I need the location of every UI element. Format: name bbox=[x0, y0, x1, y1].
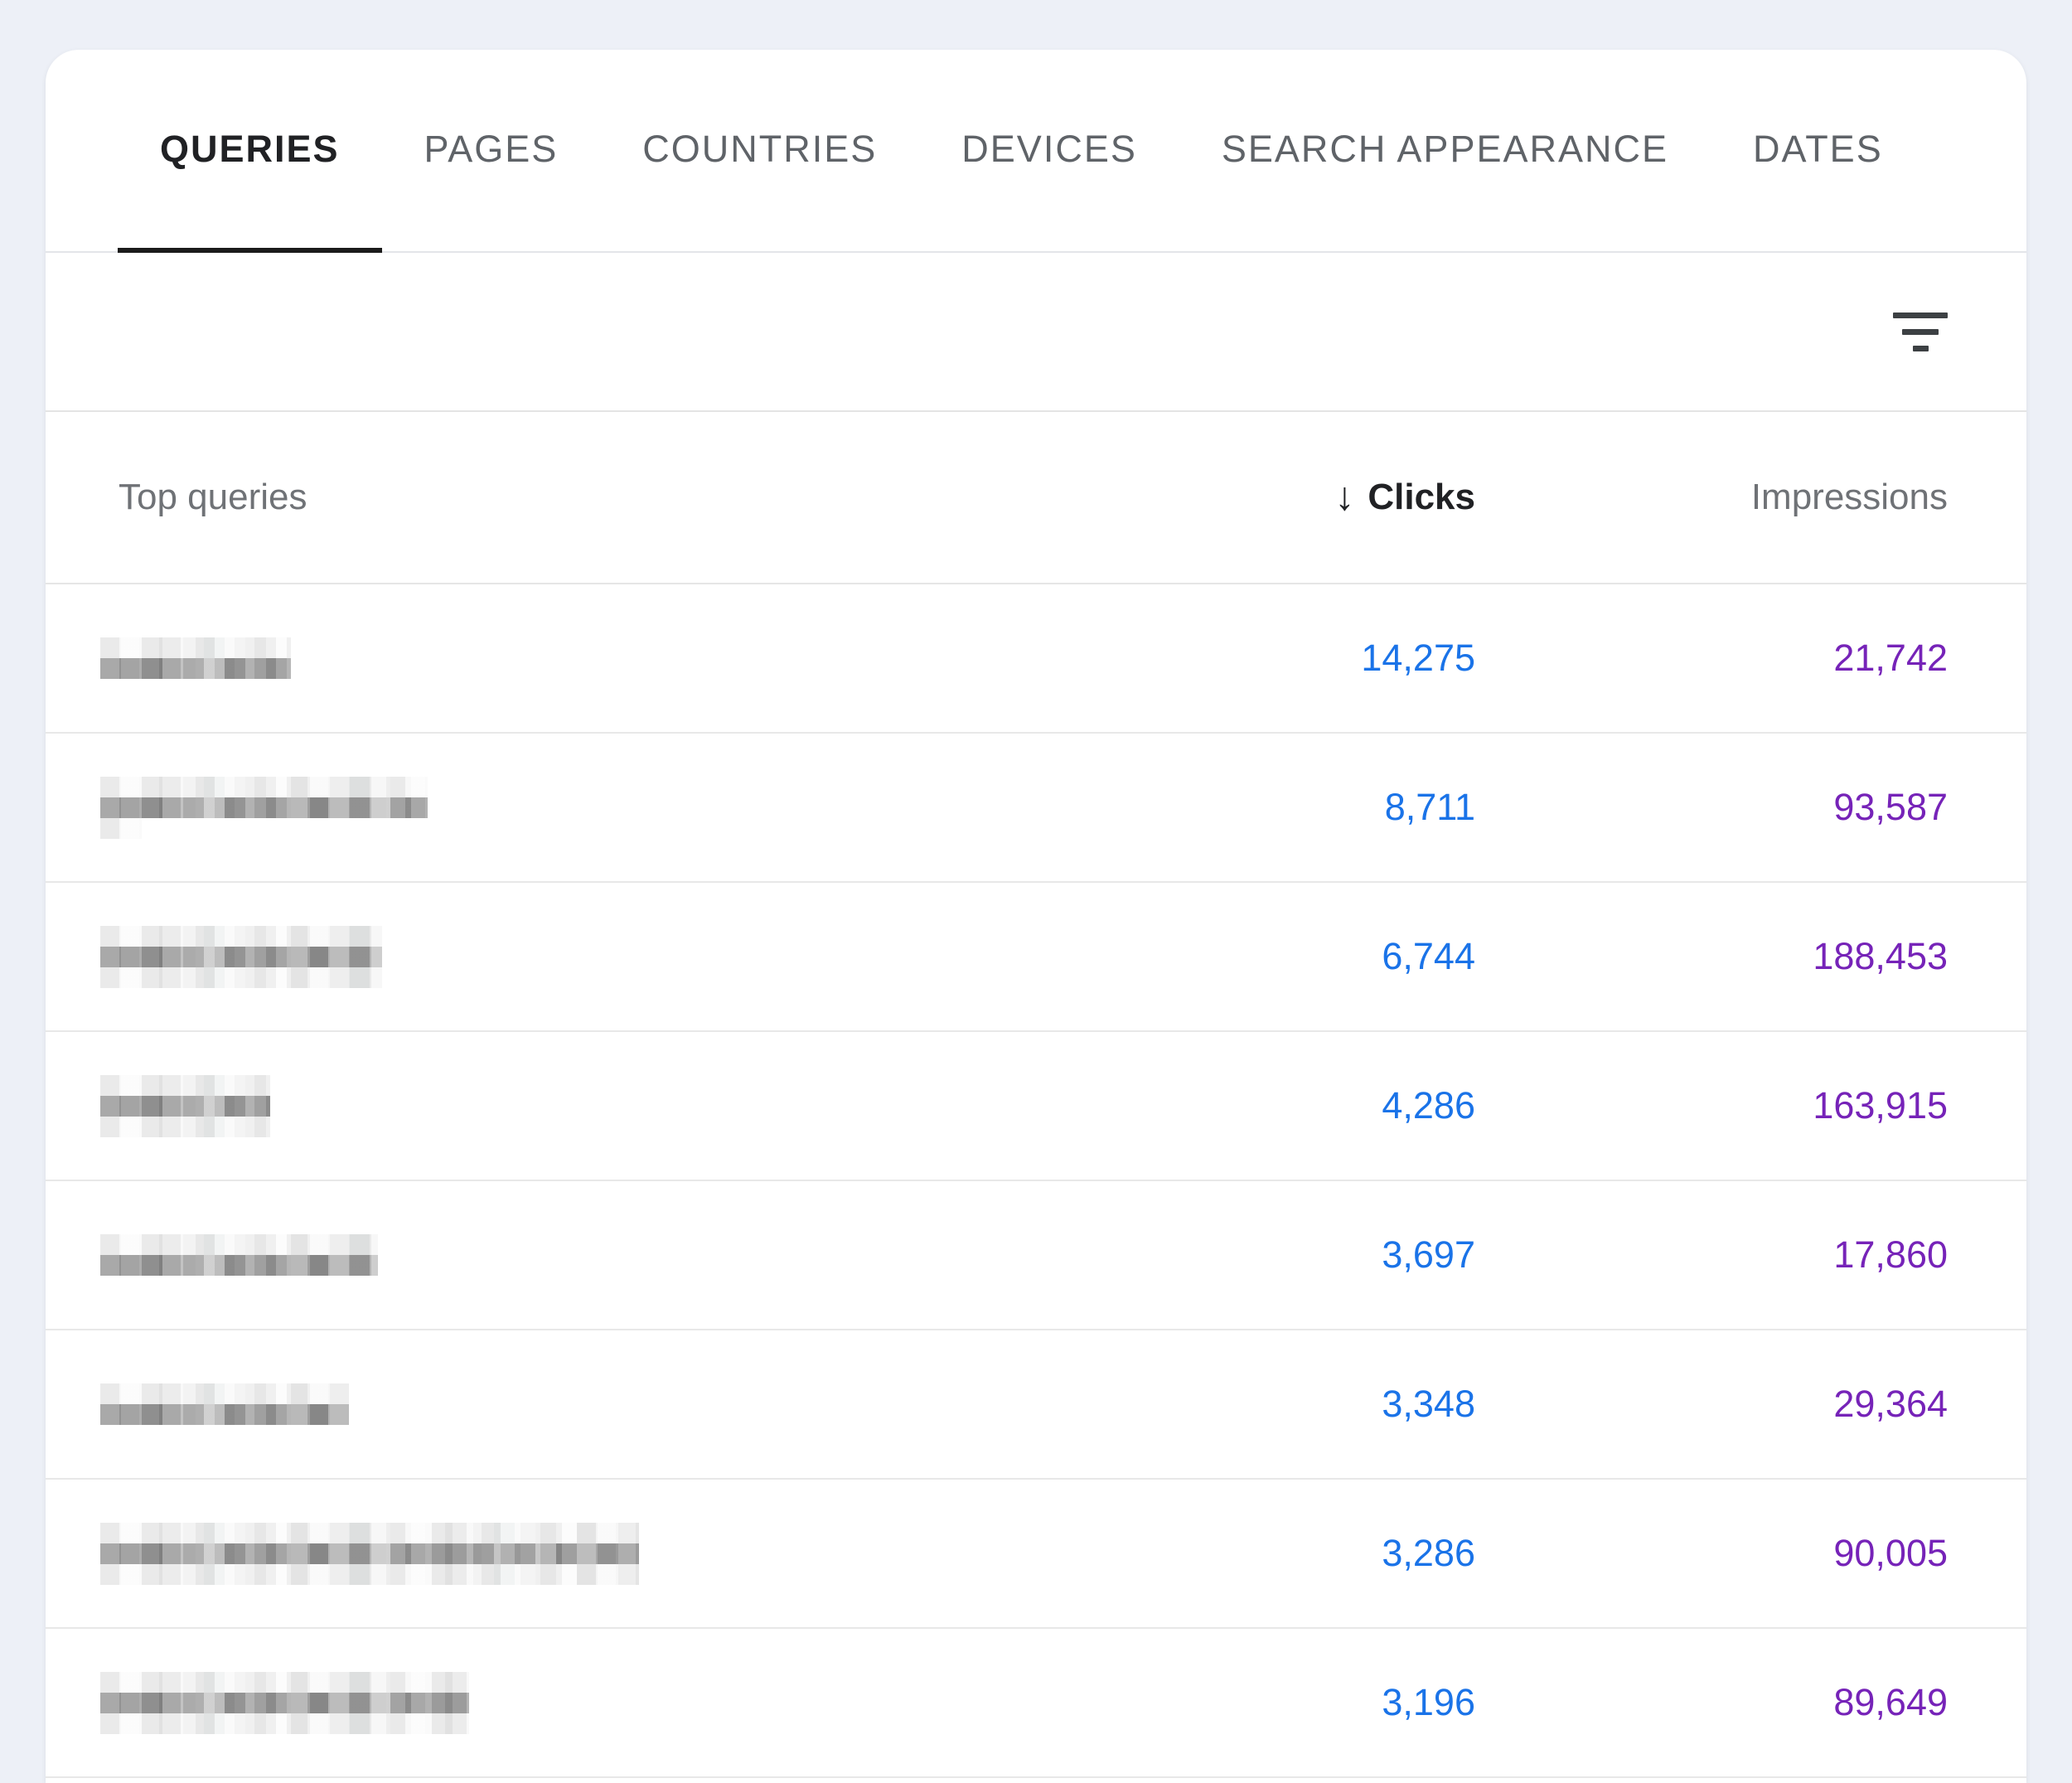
impressions-value: 188,453 bbox=[1813, 935, 1948, 977]
table-row[interactable]: 3,196 89,649 bbox=[46, 1629, 2026, 1778]
clicks-value: 3,348 bbox=[1382, 1383, 1475, 1425]
clicks-value: 14,275 bbox=[1361, 637, 1475, 679]
clicks-value: 8,711 bbox=[1384, 786, 1475, 828]
redacted-query-text bbox=[100, 925, 1127, 988]
table-row[interactable]: 3,348 29,364 bbox=[46, 1330, 2026, 1480]
tab-dates[interactable]: DATES bbox=[1711, 50, 1925, 253]
impressions-value: 29,364 bbox=[1833, 1383, 1948, 1425]
performance-report-card: QUERIES PAGES COUNTRIES DEVICES SEARCH APPEA… bbox=[46, 50, 2026, 1783]
clicks-value: 3,697 bbox=[1382, 1233, 1475, 1276]
column-header-clicks[interactable]: ↓ Clicks bbox=[1127, 477, 1475, 518]
table-header-row: Top queries ↓ Clicks Impressions bbox=[46, 412, 2026, 584]
table-row[interactable]: 14,275 21,742 bbox=[46, 584, 2026, 734]
redacted-query-text bbox=[100, 637, 1127, 679]
filter-button[interactable] bbox=[1887, 298, 1953, 365]
clicks-header-label: Clicks bbox=[1368, 477, 1475, 517]
table-row[interactable]: 4,286 163,915 bbox=[46, 1032, 2026, 1181]
filter-list-icon bbox=[1893, 312, 1948, 351]
filter-toolbar bbox=[46, 253, 2026, 412]
table-body: 14,275 21,742 8,711 93,587 6,744 188,453 4,286… bbox=[46, 584, 2026, 1778]
tab-countries[interactable]: COUNTRIES bbox=[600, 50, 919, 253]
tab-devices[interactable]: DEVICES bbox=[919, 50, 1179, 253]
column-header-impressions[interactable]: Impressions bbox=[1475, 477, 1948, 518]
tab-bar: QUERIES PAGES COUNTRIES DEVICES SEARCH APPEA… bbox=[46, 50, 2026, 253]
tab-queries[interactable]: QUERIES bbox=[118, 50, 382, 253]
table-row[interactable]: 3,286 90,005 bbox=[46, 1480, 2026, 1629]
impressions-value: 17,860 bbox=[1833, 1233, 1948, 1276]
redacted-query-text bbox=[100, 1522, 1127, 1585]
tab-search-appearance[interactable]: SEARCH APPEARANCE bbox=[1179, 50, 1711, 253]
impressions-value: 93,587 bbox=[1833, 786, 1948, 828]
redacted-query-text bbox=[100, 1234, 1127, 1276]
redacted-query-text bbox=[100, 1074, 1127, 1137]
clicks-value: 3,286 bbox=[1382, 1532, 1475, 1574]
table-row[interactable]: 6,744 188,453 bbox=[46, 883, 2026, 1032]
impressions-value: 89,649 bbox=[1833, 1681, 1948, 1723]
clicks-value: 6,744 bbox=[1382, 935, 1475, 977]
impressions-value: 163,915 bbox=[1813, 1084, 1948, 1126]
table-row[interactable]: 3,697 17,860 bbox=[46, 1181, 2026, 1330]
clicks-value: 3,196 bbox=[1382, 1681, 1475, 1723]
column-header-top-queries[interactable]: Top queries bbox=[119, 477, 1127, 518]
tab-pages[interactable]: PAGES bbox=[382, 50, 601, 253]
redacted-query-text bbox=[100, 776, 1127, 839]
redacted-query-text bbox=[100, 1671, 1127, 1734]
table-row[interactable]: 8,711 93,587 bbox=[46, 734, 2026, 883]
redacted-query-text bbox=[100, 1383, 1127, 1425]
clicks-value: 4,286 bbox=[1382, 1084, 1475, 1126]
impressions-value: 90,005 bbox=[1833, 1532, 1948, 1574]
impressions-value: 21,742 bbox=[1833, 637, 1948, 679]
sort-descending-arrow-icon: ↓ bbox=[1334, 475, 1355, 519]
